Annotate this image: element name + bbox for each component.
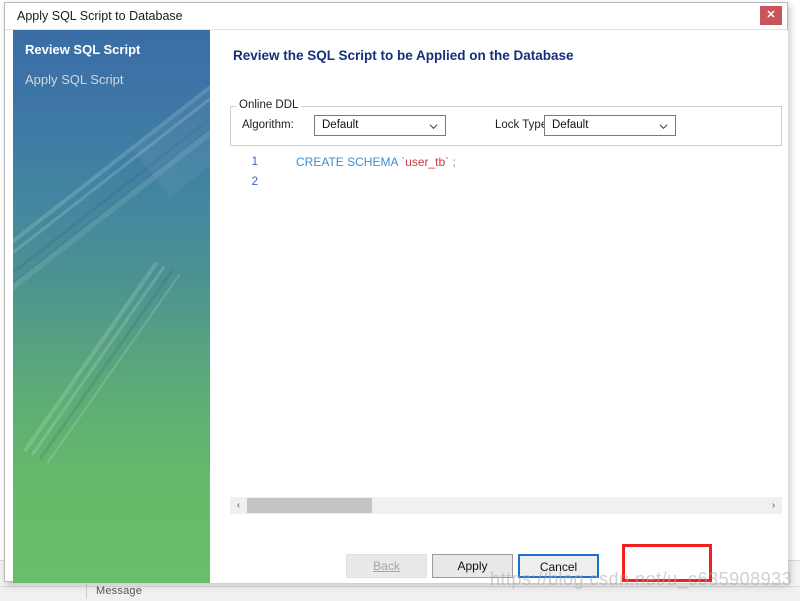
lock-type-select[interactable]: Default [544,115,676,136]
apply-button[interactable]: Apply [432,554,513,578]
lock-type-label: Lock Type: [495,119,551,131]
scroll-right-arrow-icon[interactable]: › [765,497,782,514]
online-ddl-legend: Online DDL [236,99,302,111]
back-button-label: Back [373,559,400,573]
lock-type-value: Default [552,119,589,131]
algorithm-select[interactable]: Default [314,115,446,136]
background-window-divider [86,584,87,599]
sql-identifier: user_tb [405,155,446,169]
background-window-message-label: Message [96,585,143,597]
page-title: Review the SQL Script to be Applied on t… [233,48,574,63]
apply-button-label: Apply [457,559,488,573]
sql-script-editor[interactable]: 1 CREATE SCHEMA `user_tb` ; 2 [230,152,782,472]
sidebar-streak-decoration [13,78,210,285]
sidebar-streak-decoration [13,120,210,335]
sidebar-streak-decoration [13,101,210,307]
sql-line: 1 CREATE SCHEMA `user_tb` ; [230,152,782,172]
line-number: 1 [251,156,258,168]
sidebar-streak-decoration [23,261,159,453]
sql-keyword: CREATE SCHEMA [296,155,402,169]
apply-sql-script-dialog: Apply SQL Script to Database ✕ Review SQ… [4,2,788,583]
wizard-sidebar: Review SQL Script Apply SQL Script [13,30,210,583]
sidebar-streak-decoration [133,30,210,198]
editor-horizontal-scrollbar[interactable]: ‹ › [230,497,782,514]
sidebar-item-apply-sql-script[interactable]: Apply SQL Script [25,72,124,87]
chevron-down-icon [659,122,668,131]
line-number: 2 [251,176,258,188]
sidebar-streak-decoration [13,66,210,274]
dialog-content: Review the SQL Script to be Applied on t… [210,30,788,583]
cancel-button[interactable]: Cancel [518,554,599,578]
sql-line: 2 [230,172,782,192]
scroll-left-arrow-icon[interactable]: ‹ [230,497,247,514]
sidebar-streak-decoration [39,269,174,460]
dialog-title: Apply SQL Script to Database [17,9,183,23]
sidebar-streak-decoration [47,273,181,464]
sidebar-streak-decoration [31,265,166,456]
cancel-button-label: Cancel [539,560,578,574]
algorithm-label: Algorithm: [242,119,294,131]
sidebar-item-review-sql-script[interactable]: Review SQL Script [25,42,140,57]
close-icon[interactable]: ✕ [760,6,782,25]
sql-line-code: CREATE SCHEMA `user_tb` ; [296,152,456,172]
scrollbar-thumb[interactable] [247,498,372,513]
sidebar-streak-decoration [13,90,210,297]
algorithm-value: Default [322,119,359,131]
chevron-down-icon [429,122,438,131]
back-button[interactable]: Back [346,554,427,578]
sql-punctuation: ; [449,155,456,169]
dialog-titlebar: Apply SQL Script to Database ✕ [5,3,787,30]
desktop-background: Message Apply SQL Script to Database ✕ R… [0,0,800,601]
